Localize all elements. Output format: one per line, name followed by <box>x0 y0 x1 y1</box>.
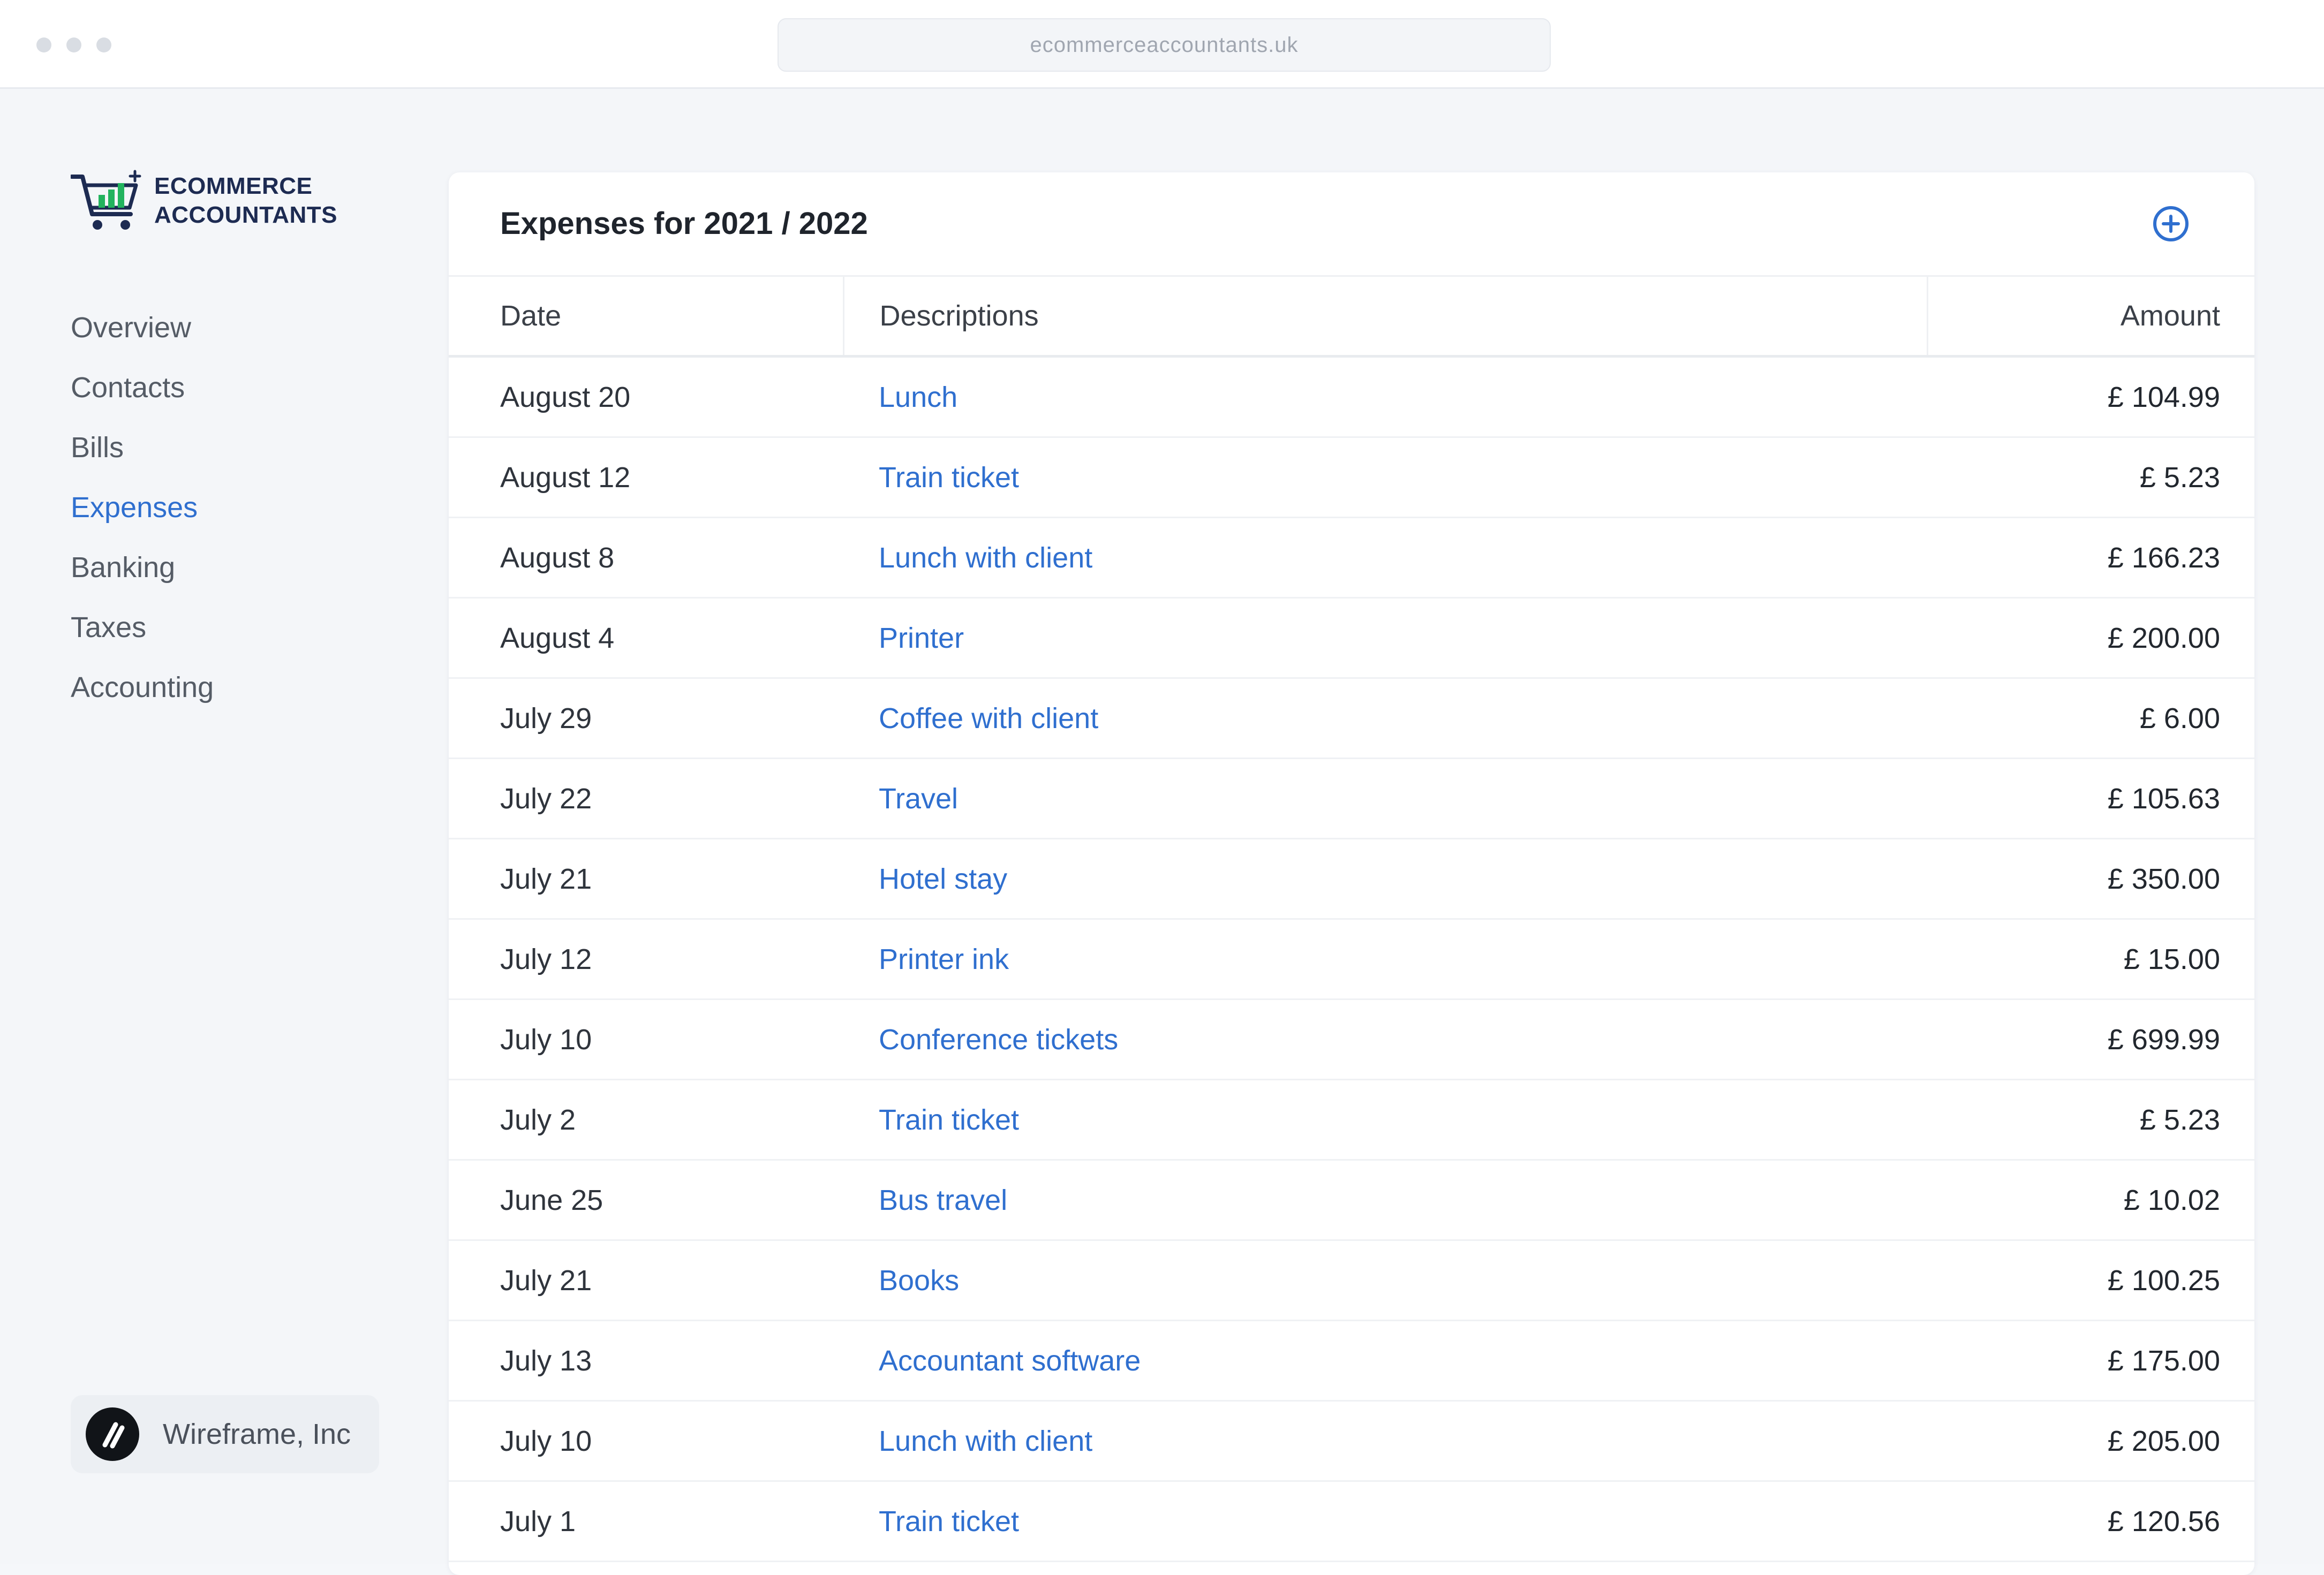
company-switcher[interactable]: Wireframe, Inc <box>71 1395 379 1473</box>
sidebar-item-banking[interactable]: Banking <box>71 537 214 597</box>
expense-amount: £ 350.00 <box>1927 838 2254 920</box>
expense-date: July 21 <box>449 838 843 920</box>
shopping-cart-chart-icon <box>71 170 141 230</box>
table-row[interactable]: June 25 Bus travel £ 10.02 <box>449 1160 2254 1241</box>
expense-amount: £ 200.00 <box>1927 597 2254 679</box>
table-header-row: Date Descriptions Amount <box>449 277 2254 358</box>
expense-date: August 4 <box>449 597 843 679</box>
expense-date: July 12 <box>449 919 843 1000</box>
brand-name-line1: ECOMMERCE <box>154 173 313 199</box>
card-header: Expenses for 2021 / 2022 <box>449 172 2254 277</box>
expense-date: June 25 <box>449 1160 843 1241</box>
expense-amount: £ 15.00 <box>1927 919 2254 1000</box>
expense-description-link[interactable]: Coffee with client <box>843 678 1927 759</box>
url-text: ecommerceaccountants.uk <box>1030 33 1299 57</box>
sidebar-item-expenses[interactable]: Expenses <box>71 478 214 537</box>
expense-date: August 8 <box>449 517 843 599</box>
table-row[interactable]: August 20 Lunch £ 104.99 <box>449 356 2254 438</box>
sidebar-item-overview[interactable]: Overview <box>71 298 214 358</box>
expense-amount: £ 175.00 <box>1927 1320 2254 1402</box>
expense-date: July 1 <box>449 1481 843 1562</box>
table-row[interactable]: August 12 Train ticket £ 5.23 <box>449 437 2254 518</box>
expense-date: July 21 <box>449 1240 843 1321</box>
expense-date: August 12 <box>449 437 843 518</box>
add-expense-button[interactable] <box>2152 205 2190 243</box>
table-row[interactable]: July 13 Accountant software £ 175.00 <box>449 1320 2254 1402</box>
expense-amount: £ 5.23 <box>1927 437 2254 518</box>
column-header-description[interactable]: Descriptions <box>843 277 1928 358</box>
table-row[interactable]: July 29 Coffee with client £ 6.00 <box>449 678 2254 759</box>
expense-amount: £ 166.23 <box>1927 517 2254 599</box>
table-row[interactable]: July 1 Train ticket £ 120.56 <box>449 1481 2254 1562</box>
expense-description-link[interactable]: Lunch with client <box>843 517 1927 599</box>
expense-amount: £ 6.00 <box>1927 678 2254 759</box>
expense-description-link[interactable]: Train ticket <box>843 1481 1927 1562</box>
expense-date: July 10 <box>449 1400 843 1482</box>
expenses-table: Date Descriptions Amount August 20 Lunch £… <box>449 277 2254 1562</box>
expense-amount: £ 205.00 <box>1927 1400 2254 1482</box>
expense-description-link[interactable]: Train ticket <box>843 437 1927 518</box>
expense-description-link[interactable]: Travel <box>843 758 1927 839</box>
slash-logo-icon <box>86 1407 139 1461</box>
expense-amount: £ 10.02 <box>1927 1160 2254 1241</box>
table-row[interactable]: July 21 Books £ 100.25 <box>449 1240 2254 1321</box>
column-header-amount[interactable]: Amount <box>1927 277 2254 358</box>
expense-amount: £ 5.23 <box>1927 1079 2254 1161</box>
expense-description-link[interactable]: Lunch with client <box>843 1400 1927 1482</box>
expense-amount: £ 120.56 <box>1927 1481 2254 1562</box>
expenses-card: Expenses for 2021 / 2022 Date Descriptio… <box>449 172 2254 1575</box>
page-title: Expenses for 2021 / 2022 <box>500 206 868 241</box>
expense-amount: £ 699.99 <box>1927 999 2254 1080</box>
expense-amount: £ 104.99 <box>1927 356 2254 438</box>
window-dot-icon[interactable] <box>36 37 51 52</box>
sidebar-item-bills[interactable]: Bills <box>71 418 214 478</box>
column-header-date[interactable]: Date <box>449 277 844 358</box>
expense-date: July 22 <box>449 758 843 839</box>
address-bar[interactable]: ecommerceaccountants.uk <box>778 18 1551 72</box>
expense-description-link[interactable]: Bus travel <box>843 1160 1927 1241</box>
expense-description-link[interactable]: Printer <box>843 597 1927 679</box>
table-row[interactable]: July 10 Lunch with client £ 205.00 <box>449 1400 2254 1482</box>
expense-description-link[interactable]: Train ticket <box>843 1079 1927 1161</box>
company-name: Wireframe, Inc <box>163 1418 351 1450</box>
table-row[interactable]: July 12 Printer ink £ 15.00 <box>449 919 2254 1000</box>
expense-description-link[interactable]: Hotel stay <box>843 838 1927 920</box>
expense-date: July 10 <box>449 999 843 1080</box>
app-window: ECOMMERCE ACCOUNTANTS Overview Contacts … <box>0 89 2324 1575</box>
table-row[interactable]: August 8 Lunch with client £ 166.23 <box>449 517 2254 599</box>
sidebar-item-accounting[interactable]: Accounting <box>71 657 214 717</box>
brand-name: ECOMMERCE ACCOUNTANTS <box>154 172 337 230</box>
table-row[interactable]: July 2 Train ticket £ 5.23 <box>449 1079 2254 1161</box>
brand-name-line2: ACCOUNTANTS <box>154 202 337 228</box>
expense-date: July 29 <box>449 678 843 759</box>
browser-toolbar: ecommerceaccountants.uk <box>0 0 2324 89</box>
expense-description-link[interactable]: Books <box>843 1240 1927 1321</box>
table-row[interactable]: July 10 Conference tickets £ 699.99 <box>449 999 2254 1080</box>
table-row[interactable]: July 21 Hotel stay £ 350.00 <box>449 838 2254 920</box>
expense-date: July 13 <box>449 1320 843 1402</box>
window-dot-icon[interactable] <box>66 37 81 52</box>
sidebar-item-contacts[interactable]: Contacts <box>71 358 214 418</box>
expense-amount: £ 105.63 <box>1927 758 2254 839</box>
expense-amount: £ 100.25 <box>1927 1240 2254 1321</box>
expense-description-link[interactable]: Printer ink <box>843 919 1927 1000</box>
table-row[interactable]: August 4 Printer £ 200.00 <box>449 597 2254 679</box>
sidebar-nav: Overview Contacts Bills Expenses Banking… <box>71 298 214 717</box>
sidebar-item-taxes[interactable]: Taxes <box>71 597 214 657</box>
expense-date: August 20 <box>449 356 843 438</box>
table-row[interactable]: July 22 Travel £ 105.63 <box>449 758 2254 839</box>
expense-description-link[interactable]: Lunch <box>843 356 1927 438</box>
expense-date: July 2 <box>449 1079 843 1161</box>
window-dot-icon[interactable] <box>96 37 111 52</box>
brand-logo[interactable]: ECOMMERCE ACCOUNTANTS <box>71 169 337 232</box>
expense-description-link[interactable]: Accountant software <box>843 1320 1927 1402</box>
expense-description-link[interactable]: Conference tickets <box>843 999 1927 1080</box>
